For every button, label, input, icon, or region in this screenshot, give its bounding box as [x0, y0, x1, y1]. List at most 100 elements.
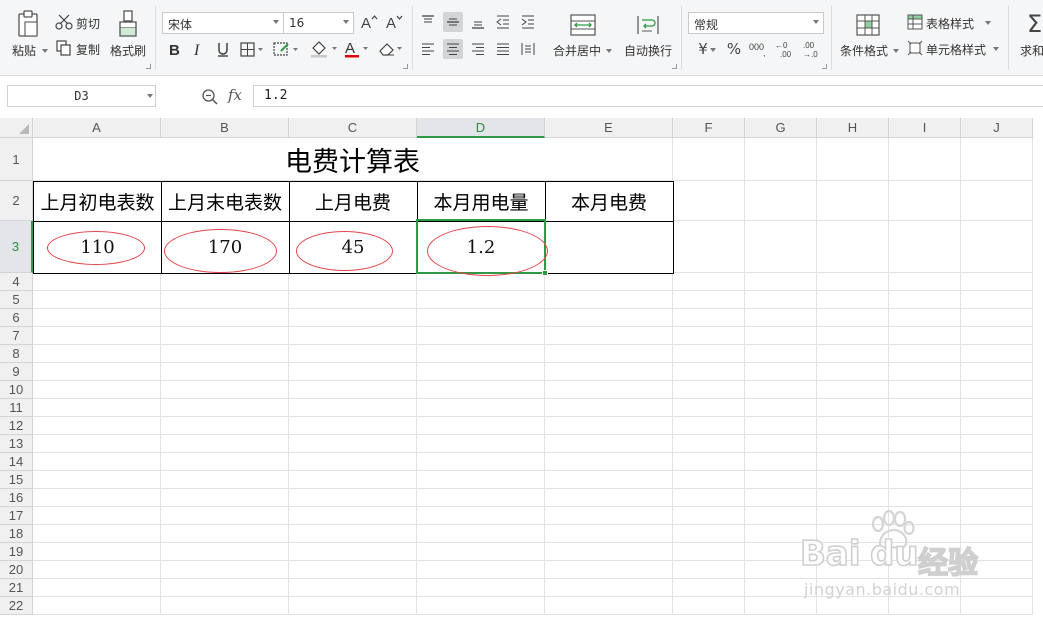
cell-a20[interactable] [33, 561, 161, 579]
cell-g5[interactable] [745, 291, 817, 309]
header-cell-d2[interactable]: 本月用电量 [417, 181, 546, 222]
cell-e15[interactable] [545, 471, 673, 489]
value-cell-c3[interactable]: 45 [289, 221, 418, 274]
row-header-19[interactable]: 19 [0, 543, 33, 561]
name-box-dropdown-icon[interactable] [147, 94, 153, 98]
cell-j2[interactable] [961, 181, 1033, 221]
row-header-22[interactable]: 22 [0, 597, 33, 615]
cell-j14[interactable] [961, 453, 1033, 471]
decrease-font-size-button[interactable]: A [384, 12, 404, 32]
font-group-launcher[interactable] [403, 64, 408, 69]
cell-b10[interactable] [161, 381, 289, 399]
cell-b14[interactable] [161, 453, 289, 471]
cell-b19[interactable] [161, 543, 289, 561]
value-cell-b3[interactable]: 170 [161, 221, 290, 274]
cell-e10[interactable] [545, 381, 673, 399]
cell-d12[interactable] [417, 417, 545, 435]
cell-b20[interactable] [161, 561, 289, 579]
cell-e19[interactable] [545, 543, 673, 561]
font-color-button[interactable]: A [342, 39, 372, 59]
cell-f4[interactable] [673, 273, 745, 291]
cell-i1[interactable] [889, 138, 961, 181]
cell-i13[interactable] [889, 435, 961, 453]
cell-j13[interactable] [961, 435, 1033, 453]
cell-d19[interactable] [417, 543, 545, 561]
column-header-b[interactable]: B [161, 118, 289, 138]
row-header-8[interactable]: 8 [0, 345, 33, 363]
cell-e17[interactable] [545, 507, 673, 525]
increase-decimal-button[interactable]: ←0.00 [774, 39, 796, 59]
cell-h10[interactable] [817, 381, 889, 399]
value-cell-a3[interactable]: 110 [33, 221, 162, 274]
align-middle-button[interactable] [443, 12, 463, 32]
cell-e12[interactable] [545, 417, 673, 435]
cell-h12[interactable] [817, 417, 889, 435]
cell-c16[interactable] [289, 489, 417, 507]
row-header-17[interactable]: 17 [0, 507, 33, 525]
cell-f8[interactable] [673, 345, 745, 363]
cell-c6[interactable] [289, 309, 417, 327]
column-header-h[interactable]: H [817, 118, 889, 138]
cell-h2[interactable] [817, 181, 889, 221]
align-left-button[interactable] [418, 39, 438, 59]
cell-b21[interactable] [161, 579, 289, 597]
align-top-button[interactable] [418, 12, 438, 32]
cell-g1[interactable] [745, 138, 817, 181]
cell-f22[interactable] [673, 597, 745, 615]
cell-j1[interactable] [961, 138, 1033, 181]
cell-h7[interactable] [817, 327, 889, 345]
cell-i15[interactable] [889, 471, 961, 489]
cell-h1[interactable] [817, 138, 889, 181]
cell-f16[interactable] [673, 489, 745, 507]
cell-c20[interactable] [289, 561, 417, 579]
cell-c9[interactable] [289, 363, 417, 381]
cell-f19[interactable] [673, 543, 745, 561]
thousands-separator-button[interactable]: 000, [748, 39, 770, 59]
cell-b12[interactable] [161, 417, 289, 435]
header-cell-e2[interactable]: 本月电费 [545, 181, 674, 222]
cell-e14[interactable] [545, 453, 673, 471]
cell-d18[interactable] [417, 525, 545, 543]
cell-i8[interactable] [889, 345, 961, 363]
cell-g15[interactable] [745, 471, 817, 489]
cell-a8[interactable] [33, 345, 161, 363]
cell-c11[interactable] [289, 399, 417, 417]
column-header-f[interactable]: F [673, 118, 745, 138]
cell-a17[interactable] [33, 507, 161, 525]
cell-f13[interactable] [673, 435, 745, 453]
cell-h6[interactable] [817, 309, 889, 327]
cell-h3[interactable] [817, 221, 889, 273]
cell-d10[interactable] [417, 381, 545, 399]
cell-h15[interactable] [817, 471, 889, 489]
row-header-4[interactable]: 4 [0, 273, 33, 291]
column-header-d[interactable]: D [417, 118, 545, 138]
cell-d16[interactable] [417, 489, 545, 507]
cell-e16[interactable] [545, 489, 673, 507]
cell-g11[interactable] [745, 399, 817, 417]
increase-indent-button[interactable] [518, 12, 538, 32]
cell-j8[interactable] [961, 345, 1033, 363]
cell-g9[interactable] [745, 363, 817, 381]
cell-e18[interactable] [545, 525, 673, 543]
name-box[interactable]: D3 [7, 85, 156, 107]
formula-input[interactable]: 1.2 [253, 85, 1043, 107]
cell-e9[interactable] [545, 363, 673, 381]
cell-a11[interactable] [33, 399, 161, 417]
conditional-format-button[interactable]: 条件格式 [838, 12, 900, 62]
cell-f21[interactable] [673, 579, 745, 597]
cell-d5[interactable] [417, 291, 545, 309]
cell-j3[interactable] [961, 221, 1033, 273]
row-header-11[interactable]: 11 [0, 399, 33, 417]
cell-b18[interactable] [161, 525, 289, 543]
cell-f12[interactable] [673, 417, 745, 435]
cell-a16[interactable] [33, 489, 161, 507]
cell-d6[interactable] [417, 309, 545, 327]
row-header-13[interactable]: 13 [0, 435, 33, 453]
cell-f17[interactable] [673, 507, 745, 525]
italic-button[interactable]: I [188, 39, 208, 59]
cell-i5[interactable] [889, 291, 961, 309]
cell-e21[interactable] [545, 579, 673, 597]
cell-f6[interactable] [673, 309, 745, 327]
paste-button[interactable]: 粘贴 [8, 8, 48, 64]
font-size-select[interactable]: 16 [283, 12, 354, 34]
